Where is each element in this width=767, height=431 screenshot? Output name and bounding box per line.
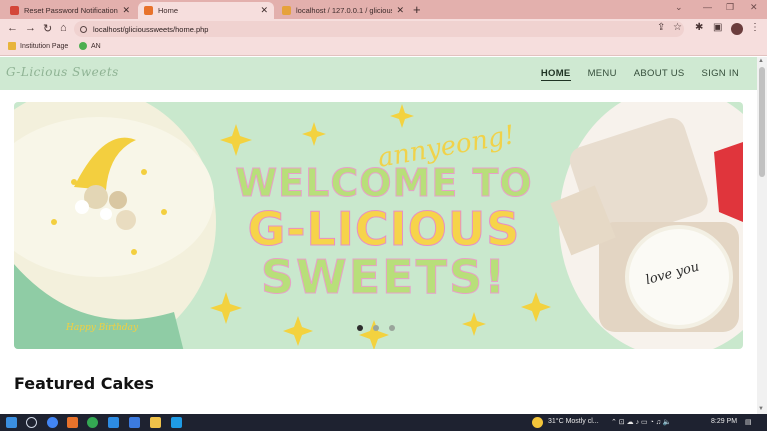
carousel-dot-3[interactable] [389,325,395,331]
hero-caption: WELCOME TO G-LICIOUS SWEETS! [224,161,544,304]
taskbar: 31°C Mostly cl... ⌃ ⊡ ☁ ♪ ▭ ◔ ♫ 🔈 8:29 P… [0,414,767,431]
back-icon[interactable]: ← [7,22,18,34]
tab-title: Home [158,6,179,15]
hero-line-1: WELCOME TO [235,161,533,205]
weather-text[interactable]: 31°C Mostly cl... [548,418,599,425]
bookmark-institution-page[interactable]: Institution Page [8,42,68,50]
hero-line-3: SWEETS! [260,250,508,304]
nav-about-us[interactable]: ABOUT US [634,68,685,81]
site-logo[interactable]: G-Licious Sweets [6,65,119,79]
browser-tab-phpmyadmin[interactable]: localhost / 127.0.0.1 / glicioussw ✕ [276,2,410,19]
system-tray-icons[interactable]: ⌃ ⊡ ☁ ♪ ▭ ◔ ♫ 🔈 [611,418,672,426]
side-panel-icon[interactable]: ▣ [713,22,722,33]
windows-start-icon[interactable] [6,417,17,428]
app-icon[interactable] [171,417,182,428]
bookmarks-bar: Institution Page AN [0,39,767,56]
bookmark-star-icon[interactable]: ☆ [673,22,682,33]
close-icon[interactable]: ✕ [260,5,268,16]
weather-icon[interactable] [532,417,543,428]
bookmark-icon [8,42,16,50]
nav-menu[interactable]: MENU [588,68,617,81]
close-icon[interactable]: ✕ [396,5,404,16]
close-window-icon[interactable]: ✕ [750,2,758,13]
browser-tab-home[interactable]: Home ✕ [138,2,274,19]
browser-tab-reset-password[interactable]: Reset Password Notification - fro ✕ [4,2,136,19]
maximize-icon[interactable]: ❐ [726,2,734,13]
phpmyadmin-icon [282,6,291,15]
scroll-down-icon[interactable]: ▼ [758,406,764,412]
minimize-icon[interactable]: — [703,2,712,12]
reload-icon[interactable]: ↻ [43,22,52,35]
site-favicon-icon [144,6,153,15]
nav-links: HOME MENU ABOUT US SIGN IN [540,68,739,81]
xampp-icon[interactable] [67,417,78,428]
store-icon[interactable] [129,417,140,428]
gmail-icon [10,6,19,15]
bookmark-label: Institution Page [20,42,69,50]
address-bar[interactable]: localhost/glicioussweets/home.php [74,21,684,37]
clock[interactable]: 8:29 PM [711,418,737,425]
browser-tab-strip: Reset Password Notification - fro ✕ Home… [0,0,767,19]
site-navbar: G-Licious Sweets HOME MENU ABOUT US SIGN… [0,57,757,90]
address-text: localhost/glicioussweets/home.php [93,24,209,34]
hero-carousel[interactable]: Happy Birthday love you annyeong! WELCOM… [14,102,743,349]
cake-left-text: Happy Birthday [65,323,139,333]
close-icon[interactable]: ✕ [122,5,130,16]
vscode-icon[interactable] [108,417,119,428]
carousel-dot-1[interactable] [357,325,363,331]
nav-home[interactable]: HOME [540,68,571,81]
tab-title: Reset Password Notification - fro [24,6,118,15]
scroll-up-icon[interactable]: ▲ [758,58,764,64]
extensions-icon[interactable]: ✱ [695,22,703,33]
file-explorer-icon[interactable] [150,417,161,428]
tab-title: localhost / 127.0.0.1 / glicioussw [296,6,392,15]
hero-line-2: G-LICIOUS [247,202,521,256]
menu-icon[interactable]: ⋮ [750,22,760,33]
carousel-indicators [357,325,395,331]
browser-toolbar: ← → ↻ ⌂ localhost/glicioussweets/home.ph… [0,19,767,39]
chrome-icon[interactable] [47,417,58,428]
nav-sign-in[interactable]: SIGN IN [702,68,739,81]
birthday-cake-image: Happy Birthday [14,102,216,349]
share-icon[interactable]: ⇪ [657,22,665,33]
info-icon[interactable] [80,25,87,33]
bookmark-icon [79,42,87,50]
forward-icon[interactable]: → [25,22,36,34]
bookmark-an[interactable]: AN [79,42,101,50]
notification-icon[interactable]: ▤ [745,418,752,426]
chrome-profile-icon[interactable] [87,417,98,428]
scrollbar-thumb[interactable] [759,67,765,177]
search-icon[interactable] [26,417,37,428]
new-tab-button[interactable]: + [413,2,421,17]
carousel-dot-2[interactable] [373,325,379,331]
bookmark-label: AN [91,42,101,50]
chevron-down-icon[interactable]: ⌄ [675,2,683,13]
section-title: Featured Cakes [14,374,154,393]
page-scrollbar[interactable]: ▲ ▼ [757,57,767,414]
home-icon[interactable]: ⌂ [60,22,67,34]
lunchbox-cake-image: love you [550,102,743,349]
profile-avatar[interactable] [731,23,743,35]
